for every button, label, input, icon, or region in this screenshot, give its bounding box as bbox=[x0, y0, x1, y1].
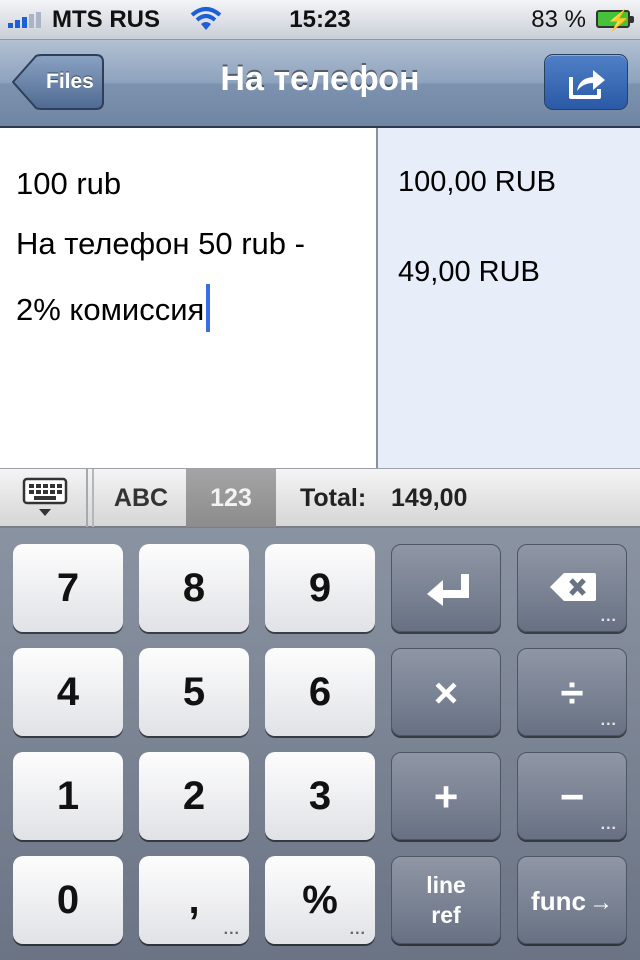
line-ref-key[interactable]: line ref bbox=[391, 856, 501, 944]
func-key[interactable]: func → bbox=[517, 856, 627, 944]
text-cursor bbox=[206, 284, 211, 332]
battery-percent: 83 % bbox=[531, 6, 586, 33]
editor-line-active: 2% комиссия bbox=[16, 284, 211, 332]
line-ref-label-bottom: ref bbox=[431, 902, 461, 928]
results-panel: 100,00 RUB 49,00 RUB bbox=[378, 128, 640, 468]
arrow-right-icon: → bbox=[588, 889, 613, 916]
enter-key[interactable] bbox=[391, 544, 501, 632]
backspace-key[interactable]: ... bbox=[517, 544, 627, 632]
long-press-indicator: ... bbox=[600, 816, 617, 833]
long-press-indicator: ... bbox=[600, 608, 617, 625]
hide-keyboard-button[interactable] bbox=[0, 469, 88, 527]
divide-key[interactable]: ÷ ... bbox=[517, 648, 627, 736]
numeric-keypad: 7 8 9 ... 4 5 6 × ÷ ... 1 2 3 + − ... 0 … bbox=[0, 528, 640, 960]
long-press-indicator: ... bbox=[349, 921, 366, 938]
plus-label: + bbox=[433, 773, 459, 820]
battery-icon: ⚡ bbox=[596, 10, 634, 32]
key-9[interactable]: 9 bbox=[265, 544, 375, 632]
editor-line: На телефон 50 rub - bbox=[16, 226, 305, 261]
long-press-indicator: ... bbox=[600, 712, 617, 729]
back-button-label: Files bbox=[46, 70, 94, 93]
result-value: 100,00 RUB bbox=[398, 166, 556, 198]
keyboard-toolbar: ABC 123 Total: 149,00 bbox=[0, 468, 640, 528]
keyboard-icon bbox=[22, 477, 68, 516]
page-title: На телефон bbox=[220, 60, 420, 98]
multiply-key[interactable]: × bbox=[391, 648, 501, 736]
enter-icon bbox=[427, 574, 469, 606]
total-value: 149,00 bbox=[391, 484, 468, 512]
result-value: 49,00 RUB bbox=[398, 256, 540, 288]
key-4[interactable]: 4 bbox=[13, 648, 123, 736]
long-press-indicator: ... bbox=[223, 921, 240, 938]
minus-key[interactable]: − ... bbox=[517, 752, 627, 840]
comma-label: , bbox=[188, 878, 200, 922]
numeric-mode-tab[interactable]: 123 bbox=[186, 469, 276, 527]
total-label: Total: bbox=[300, 484, 367, 512]
toolbar-divider bbox=[92, 469, 94, 527]
key-5[interactable]: 5 bbox=[139, 648, 249, 736]
backspace-icon bbox=[550, 573, 596, 601]
func-label: func bbox=[531, 886, 586, 916]
key-7[interactable]: 7 bbox=[13, 544, 123, 632]
editor-line-text: 2% комиссия bbox=[16, 292, 205, 327]
line-ref-label-top: line bbox=[426, 872, 466, 898]
navigation-bar: Files На телефон bbox=[0, 40, 640, 128]
plus-key[interactable]: + bbox=[391, 752, 501, 840]
key-0[interactable]: 0 bbox=[13, 856, 123, 944]
percent-label: % bbox=[302, 878, 338, 922]
back-button[interactable]: Files bbox=[11, 54, 104, 110]
key-1[interactable]: 1 bbox=[13, 752, 123, 840]
key-6[interactable]: 6 bbox=[265, 648, 375, 736]
comma-key[interactable]: , ... bbox=[139, 856, 249, 944]
percent-key[interactable]: % ... bbox=[265, 856, 375, 944]
share-button[interactable] bbox=[544, 54, 628, 110]
abc-mode-tab[interactable]: ABC bbox=[96, 469, 186, 527]
status-bar: MTS RUS 15:23 83 % ⚡ bbox=[0, 0, 640, 40]
key-2[interactable]: 2 bbox=[139, 752, 249, 840]
editor-line: 100 rub bbox=[16, 166, 122, 201]
expression-editor[interactable]: 100 rub На телефон 50 rub - 2% комиссия bbox=[0, 128, 378, 468]
key-3[interactable]: 3 bbox=[265, 752, 375, 840]
multiply-label: × bbox=[433, 669, 459, 716]
key-8[interactable]: 8 bbox=[139, 544, 249, 632]
share-icon bbox=[569, 70, 605, 99]
